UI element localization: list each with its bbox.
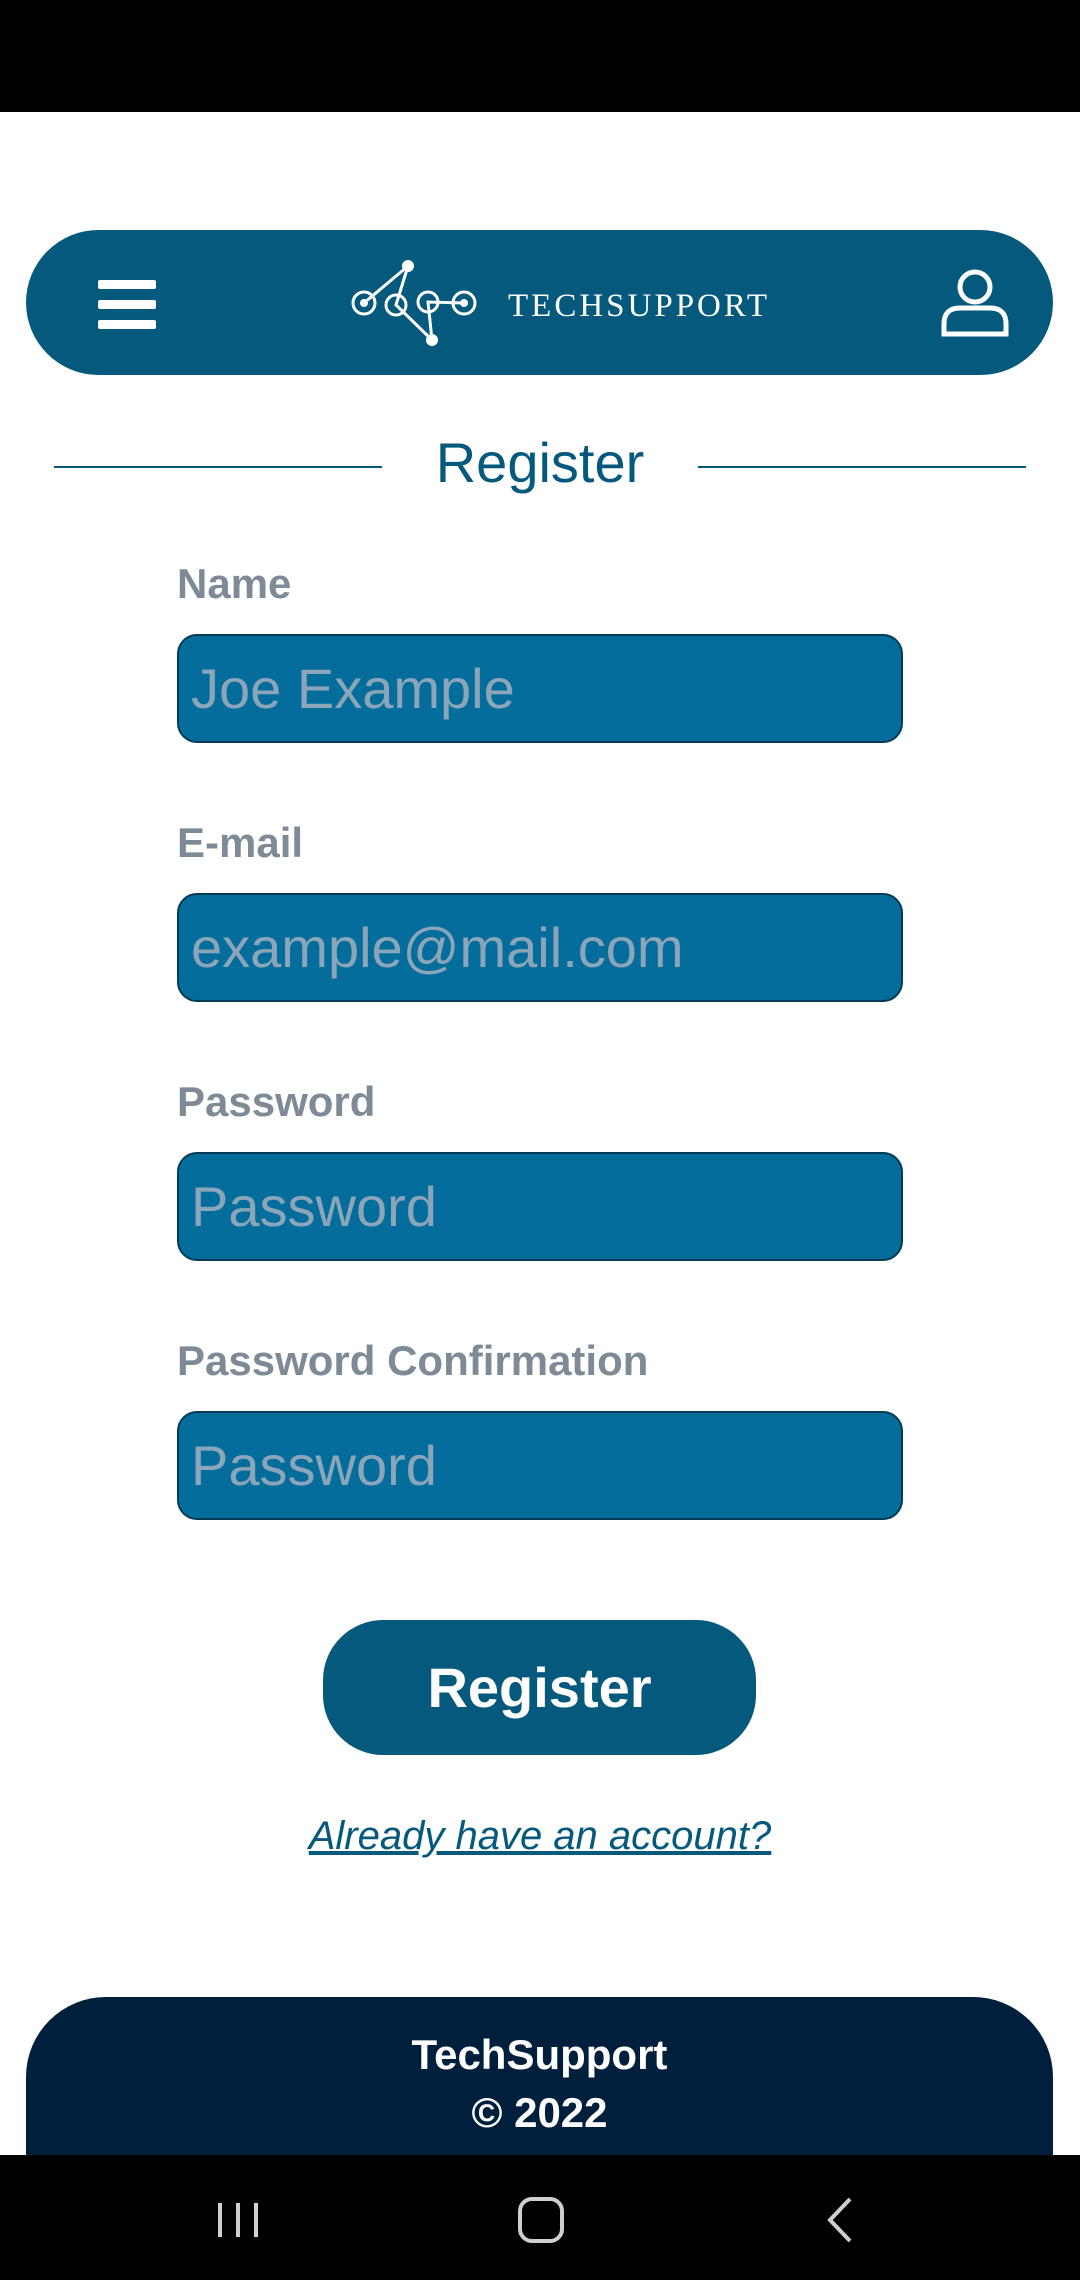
already-have-account-link[interactable]: Already have an account? bbox=[0, 1814, 1080, 1859]
password-confirmation-label: Password Confirmation bbox=[177, 1337, 649, 1384]
register-form: Name E-mail Password Password Confirmati… bbox=[177, 560, 903, 1596]
hamburger-menu-icon[interactable] bbox=[98, 278, 160, 330]
password-input[interactable] bbox=[177, 1152, 903, 1261]
app-header: TECHSUPPORT bbox=[26, 230, 1053, 375]
email-input[interactable] bbox=[177, 893, 903, 1002]
status-bar bbox=[0, 0, 1080, 112]
system-navigation-bar bbox=[0, 2155, 1080, 2280]
brand-logo[interactable]: TECHSUPPORT bbox=[316, 258, 796, 348]
gears-logo-icon bbox=[351, 260, 477, 346]
title-divider-right bbox=[698, 466, 1026, 468]
password-label: Password bbox=[177, 1078, 376, 1125]
name-input[interactable] bbox=[177, 634, 903, 743]
email-label: E-mail bbox=[177, 819, 304, 866]
name-label: Name bbox=[177, 560, 292, 607]
password-confirmation-field-group: Password Confirmation bbox=[177, 1337, 903, 1596]
recent-apps-icon[interactable] bbox=[210, 2195, 270, 2245]
footer: TechSupport © 2022 bbox=[26, 1997, 1053, 2157]
register-button[interactable]: Register bbox=[323, 1620, 756, 1755]
password-confirmation-input[interactable] bbox=[177, 1411, 903, 1520]
footer-copyright: © 2022 bbox=[471, 2089, 608, 2136]
home-icon[interactable] bbox=[510, 2195, 570, 2245]
name-field-group: Name bbox=[177, 560, 903, 819]
brand-text: TECHSUPPORT bbox=[508, 288, 771, 324]
footer-brand: TechSupport bbox=[411, 2031, 668, 2078]
password-field-group: Password bbox=[177, 1078, 903, 1337]
user-icon[interactable] bbox=[938, 266, 1012, 340]
page-title: Register bbox=[435, 431, 645, 494]
back-icon[interactable] bbox=[812, 2195, 872, 2245]
email-field-group: E-mail bbox=[177, 819, 903, 1078]
